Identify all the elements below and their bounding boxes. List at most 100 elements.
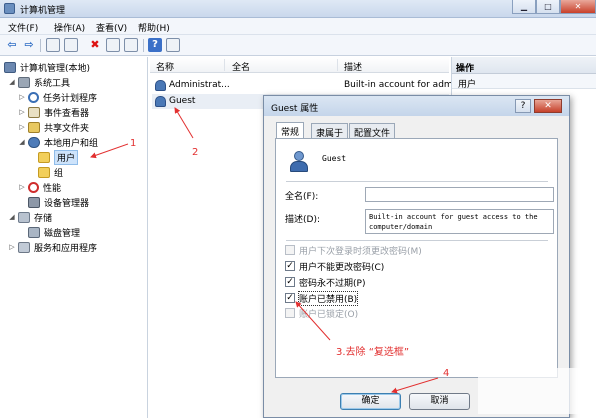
description-input[interactable]: Built-in account for guest access to the… [365, 209, 554, 234]
services-icon [18, 241, 30, 253]
checkbox-label: 账户已锁定(O) [299, 309, 359, 320]
properties-icon[interactable] [106, 38, 120, 52]
list-row-administrator[interactable]: Administrat... Built-in account for adm [152, 78, 453, 93]
performance-icon [28, 181, 39, 193]
checkbox-box[interactable]: ✓ [285, 293, 295, 303]
checkbox-label: 密码永不过期(P) [299, 278, 366, 289]
collapse-icon[interactable]: ◢ [8, 78, 16, 86]
annotation-step-1: 1 [130, 138, 137, 149]
annotation-step-4: 4 [443, 368, 450, 379]
folder-icon [38, 151, 50, 163]
tree-item-services-apps[interactable]: ▷ 服务和应用程序 [8, 240, 97, 254]
close-button[interactable]: ✕ [560, 0, 596, 14]
tree-item-storage[interactable]: ◢ 存储 [8, 210, 52, 224]
fullname-label: 全名(F): [285, 192, 319, 202]
minimize-button[interactable]: ▁ [512, 0, 536, 14]
user-icon [155, 80, 166, 91]
tree-item-label: 本地用户和组 [44, 138, 99, 149]
disk-icon [28, 226, 40, 238]
account-locked-checkbox[interactable]: 账户已锁定(O) [285, 307, 359, 320]
back-arrow-icon[interactable]: ⇦ [5, 38, 19, 52]
collapse-icon[interactable]: ◢ [8, 213, 16, 221]
tree-item-local-users-groups[interactable]: ◢ 本地用户和组 [18, 135, 98, 149]
ok-button[interactable]: 确定 [340, 393, 401, 410]
toolbar-divider [40, 39, 41, 52]
system-tools-icon [18, 76, 30, 88]
column-fullname[interactable]: 全名 [232, 60, 250, 73]
tree-item-computer-management[interactable]: 计算机管理(本地) [4, 60, 90, 74]
menu-bar: 文件(F) 操作(A) 查看(V) 帮助(H) [0, 18, 596, 35]
checkbox-box[interactable] [285, 308, 295, 318]
window-controls: ▁ □ ✕ [512, 0, 596, 16]
actions-users[interactable]: 用户 [452, 74, 596, 90]
column-name[interactable]: 名称 [156, 60, 174, 73]
toolbar: ⇦ ⇨ ✖ ? [0, 35, 596, 56]
export-list-icon[interactable] [124, 38, 138, 52]
expand-icon[interactable]: ▷ [18, 93, 26, 101]
cannot-change-password-checkbox[interactable]: ✓ 用户不能更改密码(C) [285, 260, 384, 273]
tree-item-event-viewer[interactable]: ▷ 事件查看器 [18, 105, 89, 119]
password-never-expires-checkbox[interactable]: ✓ 密码永不过期(P) [285, 276, 366, 289]
annotation-step-3: 3.去除 “复选框” [336, 347, 410, 358]
dialog-close-button[interactable]: ✕ [534, 99, 562, 113]
tree-item-groups[interactable]: 组 [38, 165, 63, 179]
checkbox-label: 用户下次登录时须更改密码(M) [299, 246, 422, 257]
tree-item-disk-management[interactable]: 磁盘管理 [28, 225, 80, 239]
expand-icon[interactable]: ▷ [18, 183, 26, 191]
tree-item-label: 任务计划程序 [43, 93, 98, 104]
tree-item-shared-folders[interactable]: ▷ 共享文件夹 [18, 120, 89, 134]
checkbox-box[interactable] [285, 245, 295, 255]
tree-item-system-tools[interactable]: ◢ 系统工具 [8, 75, 70, 89]
description-label: 描述(D): [285, 215, 320, 225]
tree-item-label: 存储 [34, 213, 53, 224]
menu-help[interactable]: 帮助(H) [138, 21, 170, 34]
expand-icon[interactable]: ▷ [18, 123, 26, 131]
up-folder-icon[interactable] [46, 38, 60, 52]
forward-arrow-icon[interactable]: ⇨ [22, 38, 36, 52]
maximize-button[interactable]: □ [536, 0, 560, 14]
tab-general[interactable]: 常规 [276, 122, 305, 138]
expand-icon[interactable]: ▷ [18, 108, 26, 116]
navigation-tree: 计算机管理(本地) ◢ 系统工具 ▷ 任务计划程序 ▷ 事件查看器 ▷ 共享文件… [0, 57, 148, 418]
row-name: Guest [169, 96, 196, 106]
collapse-icon[interactable]: ◢ [18, 138, 26, 146]
column-divider[interactable] [224, 59, 225, 71]
must-change-password-checkbox[interactable]: 用户下次登录时须更改密码(M) [285, 244, 422, 257]
fullname-input[interactable] [365, 187, 554, 202]
tree-item-users[interactable]: 用户 [38, 149, 79, 165]
show-hide-tree-icon[interactable] [64, 38, 78, 52]
tree-item-label: 服务和应用程序 [34, 243, 98, 254]
tab-member-of[interactable]: 隶属于 [311, 123, 349, 139]
clock-icon [28, 91, 39, 103]
account-disabled-checkbox[interactable]: ✓ 账户已禁用(B) [285, 290, 359, 306]
tree-item-performance[interactable]: ▷ 性能 [18, 180, 61, 194]
tree-item-label: 用户 [54, 149, 79, 165]
expand-icon[interactable]: ▷ [8, 243, 16, 251]
menu-action[interactable]: 操作(A) [54, 21, 85, 34]
divider [286, 181, 548, 182]
help-icon[interactable]: ? [148, 38, 162, 52]
shared-folder-icon [28, 121, 40, 133]
menu-file[interactable]: 文件(F) [8, 21, 38, 34]
action-pane-icon[interactable] [166, 38, 180, 52]
tree-item-task-scheduler[interactable]: ▷ 任务计划程序 [18, 90, 97, 104]
list-header: 名称 全名 描述 [150, 57, 449, 73]
checkbox-box[interactable]: ✓ [285, 261, 295, 271]
tree-item-device-manager[interactable]: 设备管理器 [28, 195, 89, 209]
dialog-title-bar: Guest 属性 ? ✕ [264, 96, 569, 116]
tab-profile[interactable]: 配置文件 [349, 123, 396, 139]
folder-icon [38, 166, 50, 178]
dialog-help-button[interactable]: ? [515, 99, 531, 113]
annotation-step-2: 2 [192, 147, 199, 158]
delete-icon[interactable]: ✖ [88, 38, 102, 52]
menu-view[interactable]: 查看(V) [96, 21, 127, 34]
toolbar-divider [143, 39, 144, 52]
column-divider[interactable] [337, 59, 338, 71]
row-description: Built-in account for adm [344, 80, 453, 90]
general-tab-page: Guest 全名(F): 描述(D): Built-in account for… [275, 138, 558, 378]
column-description[interactable]: 描述 [344, 60, 362, 73]
cancel-button[interactable]: 取消 [409, 393, 470, 410]
watermark-area [478, 368, 593, 414]
users-icon [28, 136, 40, 148]
checkbox-box[interactable]: ✓ [285, 277, 295, 287]
